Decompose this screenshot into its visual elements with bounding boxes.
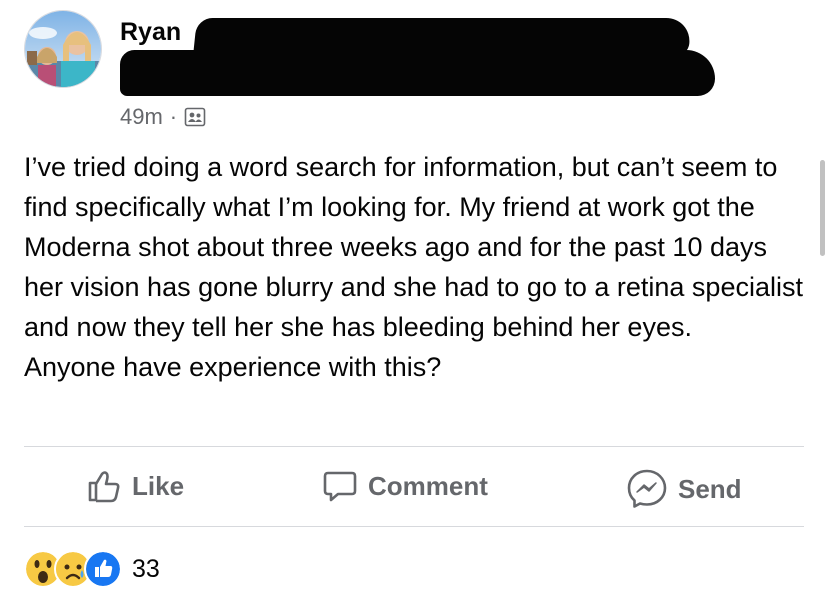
comment-button[interactable]: Comment [322, 468, 488, 504]
like-button[interactable]: Like [86, 468, 184, 504]
reaction-count: 33 [132, 554, 160, 583]
redaction-bar [120, 50, 715, 96]
group-privacy-icon [184, 107, 206, 127]
post-paragraph: I’ve tried doing a word search for infor… [24, 152, 803, 342]
reactions-summary[interactable]: 33 [24, 550, 160, 588]
divider [24, 526, 804, 527]
author-avatar[interactable] [24, 10, 102, 88]
messenger-icon [627, 469, 667, 508]
post-paragraph: Anyone have experience with this? [24, 352, 442, 382]
like-thumb-icon [88, 471, 120, 503]
send-label: Send [678, 473, 742, 504]
avatar-photo [25, 11, 101, 87]
post-action-bar: Like Comment Send [24, 468, 804, 512]
like-label: Like [132, 470, 185, 501]
meta-separator: · [169, 104, 178, 129]
send-button[interactable]: Send [626, 468, 742, 510]
divider [24, 446, 804, 447]
comment-label: Comment [368, 470, 488, 501]
comment-bubble-icon [323, 471, 357, 502]
post-body: I’ve tried doing a word search for infor… [24, 147, 804, 387]
post-meta: 49m · [120, 104, 206, 130]
post-timestamp[interactable]: 49m [120, 104, 163, 130]
like-reaction-icon [84, 550, 122, 588]
scrollbar[interactable] [820, 160, 825, 256]
author-name[interactable]: Ryan [120, 18, 181, 47]
